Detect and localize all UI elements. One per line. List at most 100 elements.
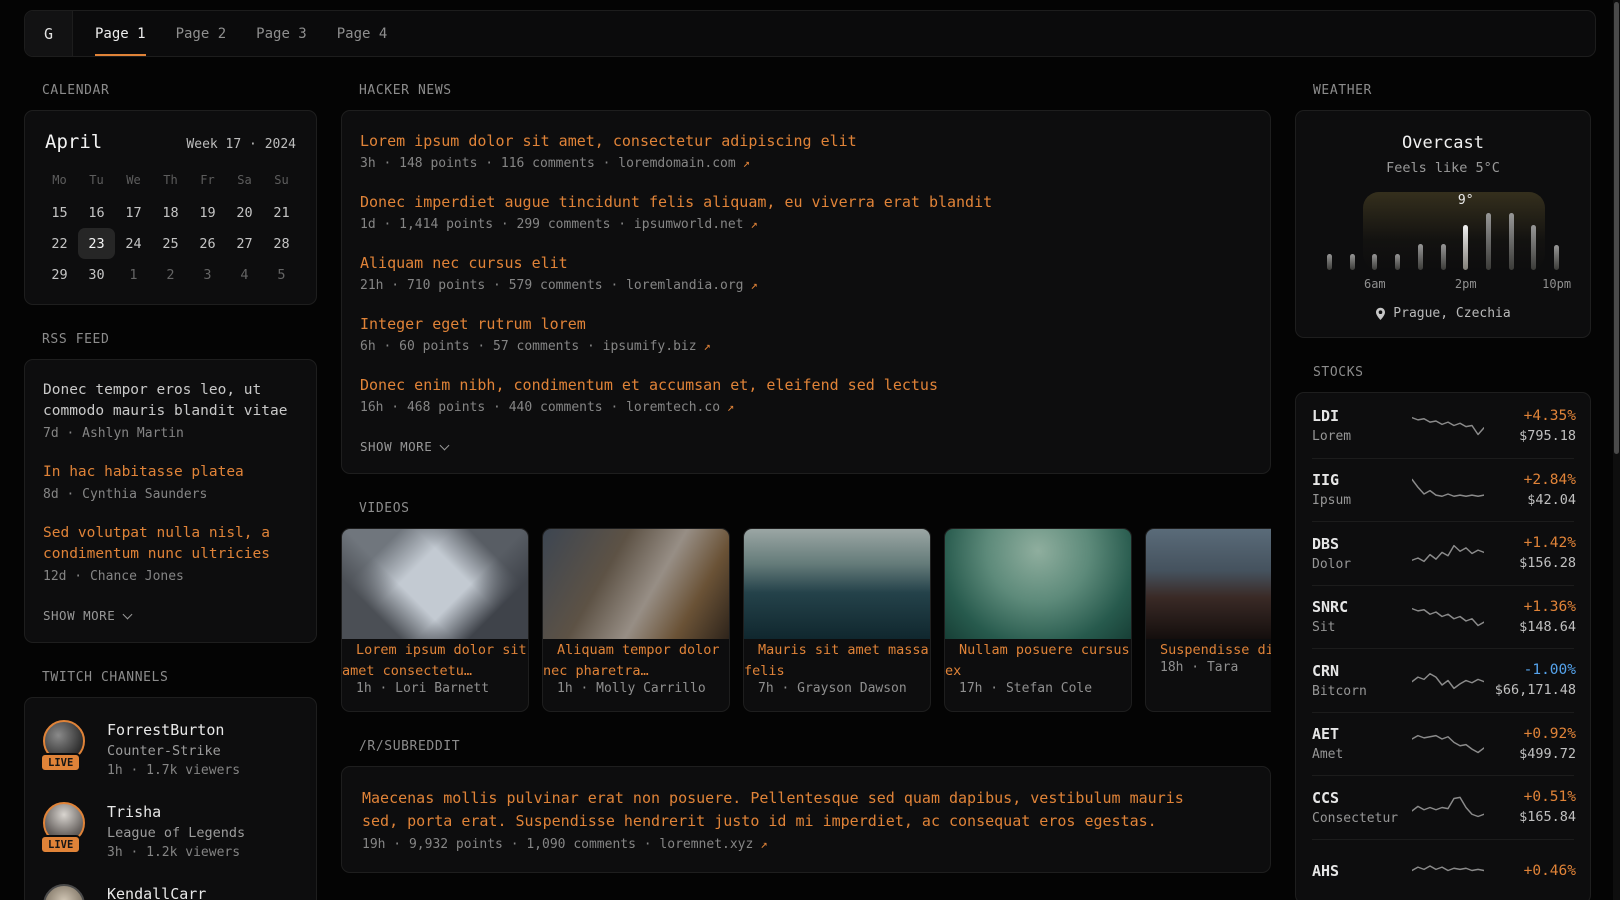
tab-page-2[interactable]: Page 2 — [176, 11, 227, 56]
sparkline-chart — [1412, 857, 1484, 884]
rss-show-more-button[interactable]: SHOW MORE — [43, 608, 131, 623]
stock-change: +4.35% — [1484, 408, 1576, 424]
rss-item-meta: 8d · Cynthia Saunders — [43, 487, 298, 502]
news-item: Lorem ipsum dolor sit amet, consectetur … — [360, 131, 1252, 171]
calendar-title-row: April Week 17 · 2024 — [41, 131, 300, 163]
tab-page-3[interactable]: Page 3 — [256, 11, 307, 56]
tab-page-4[interactable]: Page 4 — [337, 11, 388, 56]
calendar-day: 1 — [115, 259, 152, 290]
chevron-down-icon — [123, 609, 133, 619]
stock-name: Amet — [1312, 747, 1412, 762]
twitch-channel-row[interactable]: KendallCarr — [43, 884, 298, 900]
stock-values: +0.51%$165.84 — [1484, 789, 1576, 825]
calendar-weekday-label: We — [115, 163, 152, 197]
news-meta: 1d · 1,414 points · 299 comments · ipsum… — [360, 217, 1252, 232]
calendar-day: 22 — [41, 228, 78, 259]
tab-page-1[interactable]: Page 1 — [95, 11, 146, 56]
channel-info: ForrestBurtonCounter-Strike1h · 1.7k vie… — [107, 720, 240, 778]
hacker-news-header: HACKER NEWS — [359, 83, 1271, 98]
video-card[interactable]: Suspendisse diam18h · Tara — [1145, 528, 1271, 712]
sparkline-chart — [1412, 603, 1484, 630]
subreddit-header: /R/SUBREDDIT — [359, 739, 1271, 754]
stock-values: +0.92%$499.72 — [1484, 726, 1576, 762]
weather-header: WEATHER — [1313, 83, 1591, 98]
subreddit-post: Maecenas mollis pulvinar erat non posuer… — [362, 787, 1250, 852]
stock-id: AHS — [1312, 862, 1412, 880]
stock-symbol: IIG — [1312, 471, 1412, 489]
stock-id: IIG Ipsum — [1312, 471, 1412, 508]
news-meta: 16h · 468 points · 440 comments · loremt… — [360, 400, 1252, 415]
stock-row[interactable]: DBSDolor+1.42%$156.28 — [1312, 521, 1574, 585]
videos-header: VIDEOS — [359, 501, 1271, 516]
calendar-day: 17 — [115, 197, 152, 228]
twitch-channel-row[interactable]: LIVEForrestBurtonCounter-Strike1h · 1.7k… — [43, 720, 298, 778]
rss-item-title[interactable]: Donec tempor eros leo, ut commodo mauris… — [43, 380, 298, 422]
stock-change: -1.00% — [1484, 662, 1576, 678]
news-item: Aliquam nec cursus elit21h · 710 points … — [360, 253, 1252, 293]
video-card[interactable]: Aliquam tempor dolor nec pharetra… 1h · M… — [542, 528, 730, 712]
weather-location-row: Prague, Czechia — [1314, 306, 1572, 321]
video-meta: 1h · Molly Carrillo — [557, 681, 715, 696]
news-title[interactable]: Donec imperdiet augue tincidunt felis al… — [360, 192, 1252, 213]
stock-row[interactable]: IIGIpsum+2.84%$42.04 — [1312, 458, 1574, 522]
video-thumbnail[interactable] — [342, 529, 528, 639]
calendar-day: 26 — [189, 228, 226, 259]
stock-row[interactable]: SNRCSit+1.36%$148.64 — [1312, 585, 1574, 649]
stock-change: +1.42% — [1484, 535, 1576, 551]
calendar-card: April Week 17 · 2024 MoTuWeThFrSaSu15161… — [24, 110, 317, 305]
stock-values: +4.35%$795.18 — [1484, 408, 1576, 444]
scrollbar-thumb[interactable] — [1614, 2, 1619, 454]
videos-widget: VIDEOS Lorem ipsum dolor sit amet consec… — [341, 501, 1271, 712]
video-title[interactable]: Nullam posuere cursus ex — [945, 642, 1130, 679]
stock-name: Lorem — [1312, 429, 1412, 444]
bar-slot — [1318, 213, 1341, 270]
app-logo[interactable]: G — [25, 11, 73, 56]
stock-row[interactable]: AETAmet+0.92%$499.72 — [1312, 712, 1574, 776]
channel-name[interactable]: Trisha — [107, 801, 161, 821]
calendar-grid: MoTuWeThFrSaSu15161718192021222324252627… — [41, 163, 300, 290]
stock-row[interactable]: CRNBitcorn-1.00%$66,171.48 — [1312, 648, 1574, 712]
video-title[interactable]: Mauris sit amet massa felis — [744, 642, 929, 679]
weather-feels-like: Feels like 5°C — [1314, 160, 1572, 176]
news-title[interactable]: Lorem ipsum dolor sit amet, consectetur … — [360, 131, 1252, 152]
external-link-icon: ↗ — [751, 217, 758, 231]
video-card[interactable]: Nullam posuere cursus ex17h · Stefan Col… — [944, 528, 1132, 712]
video-thumbnail[interactable] — [945, 529, 1131, 639]
videos-row: Lorem ipsum dolor sit amet consectetu… 1h… — [341, 528, 1271, 712]
video-card[interactable]: Lorem ipsum dolor sit amet consectetu…1h… — [341, 528, 529, 712]
calendar-day-selected: 23 — [78, 228, 115, 259]
twitch-channel-row[interactable]: LIVETrishaLeague of Legends3h · 1.2k vie… — [43, 802, 298, 860]
stock-name: Ipsum — [1312, 493, 1412, 508]
temperature-bar — [1486, 213, 1491, 270]
video-card[interactable]: Mauris sit amet massa felis7h · Grayson … — [743, 528, 931, 712]
video-thumbnail[interactable] — [543, 529, 729, 639]
hn-show-more-button[interactable]: SHOW MORE — [360, 439, 448, 454]
news-meta-text: 16h · 468 points · 440 comments · loremt… — [360, 400, 720, 415]
news-title[interactable]: Integer eget rutrum lorem — [360, 314, 1252, 335]
stock-row[interactable]: CCSConsectetur+0.51%$165.84 — [1312, 775, 1574, 839]
post-title[interactable]: Maecenas mollis pulvinar erat non posuer… — [362, 787, 1222, 833]
rss-item-title[interactable]: Sed volutpat nulla nisl, a condimentum n… — [43, 523, 298, 565]
calendar-weekday-label: Th — [152, 163, 189, 197]
calendar-weekday-label: Fr — [189, 163, 226, 197]
hacker-news-widget: HACKER NEWS Lorem ipsum dolor sit amet, … — [341, 83, 1271, 474]
stocks-card: LDILorem+4.35%$795.18IIGIpsum+2.84%$42.0… — [1295, 392, 1591, 900]
video-title[interactable]: Aliquam tempor dolor nec pharetra… — [543, 642, 720, 679]
video-thumbnail[interactable] — [744, 529, 930, 639]
rss-list: Donec tempor eros leo, ut commodo mauris… — [43, 380, 298, 584]
temperature-bar — [1372, 254, 1377, 270]
hacker-news-list: Lorem ipsum dolor sit amet, consectetur … — [360, 131, 1252, 415]
video-thumbnail[interactable] — [1146, 529, 1271, 639]
channel-name[interactable]: KendallCarr — [107, 883, 206, 900]
video-title[interactable]: Suspendisse diam — [1160, 642, 1271, 658]
video-title[interactable]: Lorem ipsum dolor sit amet consectetu… — [342, 642, 527, 679]
external-link-icon: ↗ — [760, 837, 767, 851]
stock-row[interactable]: AHS+0.46% — [1312, 839, 1574, 900]
bar-slot — [1341, 213, 1364, 270]
channel-name[interactable]: ForrestBurton — [107, 719, 224, 739]
stock-row[interactable]: LDILorem+4.35%$795.18 — [1312, 394, 1574, 458]
rss-item-title[interactable]: In hac habitasse platea — [43, 462, 298, 483]
time-axis-label: 6am — [1364, 277, 1386, 291]
news-title[interactable]: Aliquam nec cursus elit — [360, 253, 1252, 274]
news-title[interactable]: Donec enim nibh, condimentum et accumsan… — [360, 375, 1252, 396]
